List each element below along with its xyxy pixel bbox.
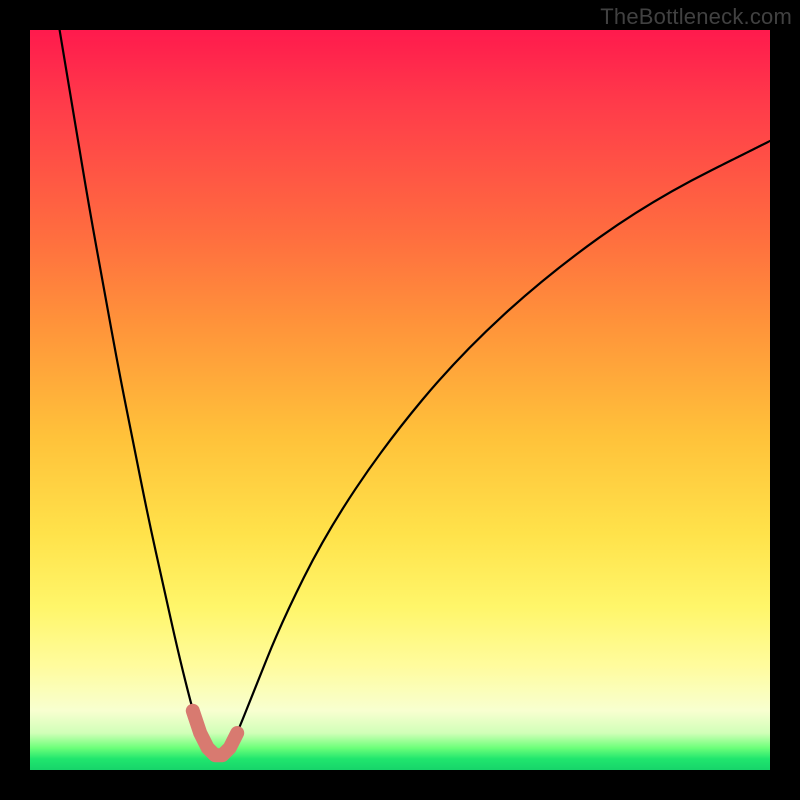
curve-svg <box>30 30 770 770</box>
watermark-text: TheBottleneck.com <box>600 4 792 30</box>
chart-frame: TheBottleneck.com <box>0 0 800 800</box>
bottleneck-curve-path <box>60 30 770 755</box>
plot-area <box>30 30 770 770</box>
marker-blob <box>193 711 237 755</box>
